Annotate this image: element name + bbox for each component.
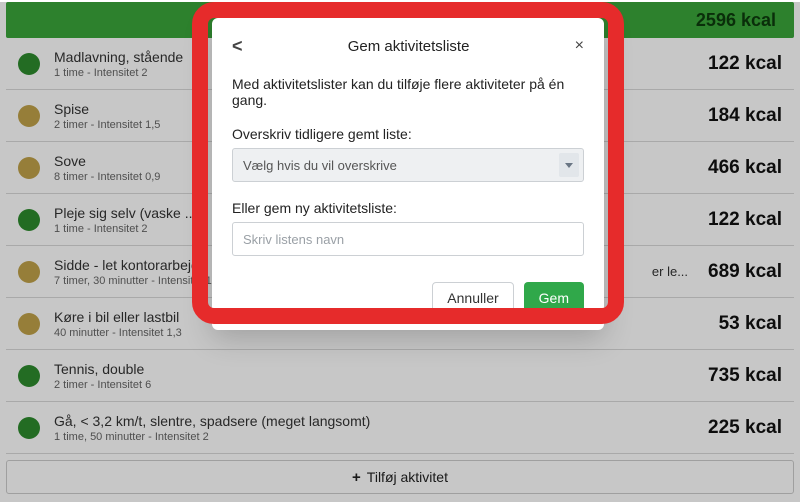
intensity-dot [18, 53, 40, 75]
save-button[interactable]: Gem [524, 282, 584, 314]
intensity-dot [18, 105, 40, 127]
overwrite-label: Overskriv tidligere gemt liste: [232, 126, 584, 142]
intensity-dot [18, 365, 40, 387]
activity-kcal: 735 kcal [708, 365, 782, 387]
intensity-dot [18, 209, 40, 231]
intensity-dot [18, 313, 40, 335]
activity-subtitle: 1 time, 50 minutter - Intensitet 2 [54, 431, 708, 443]
activity-extra: er le... [652, 264, 688, 279]
modal-title: Gem aktivitetsliste [348, 38, 470, 55]
activity-subtitle: 2 timer - Intensitet 6 [54, 379, 708, 391]
activity-title: Gå, < 3,2 km/t, slentre, spadsere (meget… [54, 413, 708, 429]
intensity-dot [18, 417, 40, 439]
activity-info: Tennis, double 2 timer - Intensitet 6 [54, 361, 708, 391]
overwrite-select-value: Vælg hvis du vil overskrive [243, 158, 397, 173]
activity-kcal: 122 kcal [708, 53, 782, 75]
total-value: 2596 kcal [696, 10, 776, 31]
activity-title: Tennis, double [54, 361, 708, 377]
close-icon[interactable]: × [575, 37, 584, 55]
add-activity-button[interactable]: + Tilføj aktivitet [6, 460, 794, 494]
list-name-input[interactable] [232, 222, 584, 256]
activity-row[interactable]: Tennis, double 2 timer - Intensitet 6735 … [6, 350, 794, 402]
activity-kcal: 466 kcal [708, 157, 782, 179]
activity-kcal: 184 kcal [708, 105, 782, 127]
overwrite-select[interactable]: Vælg hvis du vil overskrive [232, 148, 584, 182]
activity-kcal: 122 kcal [708, 209, 782, 231]
modal-description: Med aktivitetslister kan du tilføje fler… [232, 76, 584, 108]
add-activity-label: Tilføj aktivitet [367, 469, 448, 485]
cancel-button[interactable]: Annuller [432, 282, 513, 314]
save-list-modal: < Gem aktivitetsliste × Med aktivitetsli… [212, 18, 604, 330]
activity-info: Gå, < 3,2 km/t, slentre, spadsere (meget… [54, 413, 708, 443]
newlist-label: Eller gem ny aktivitetsliste: [232, 200, 584, 216]
activity-kcal: 689 kcal [708, 261, 782, 283]
activity-kcal: 225 kcal [708, 417, 782, 439]
back-button[interactable]: < [232, 36, 243, 57]
chevron-down-icon [559, 153, 579, 177]
intensity-dot [18, 261, 40, 283]
activity-row[interactable]: Gå, < 3,2 km/t, slentre, spadsere (meget… [6, 402, 794, 454]
activity-kcal: 53 kcal [719, 313, 782, 335]
plus-icon: + [352, 469, 361, 486]
intensity-dot [18, 157, 40, 179]
